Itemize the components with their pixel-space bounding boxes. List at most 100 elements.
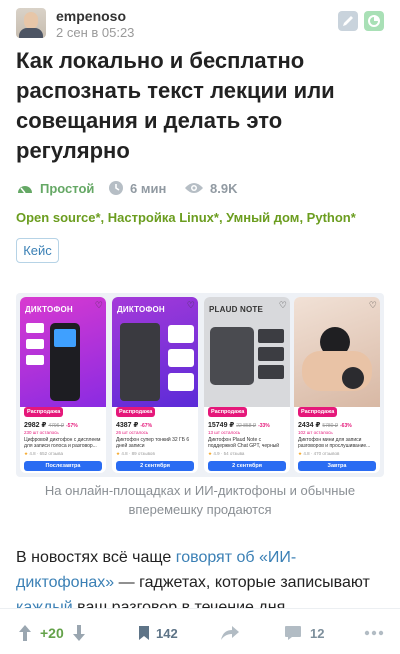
star-icon: ★: [298, 451, 303, 456]
speedometer-icon: [18, 186, 32, 194]
discount: -67%: [140, 423, 153, 429]
feature-tag: [26, 339, 44, 349]
article-meta: Простой 6 мин 8.9K: [16, 178, 384, 198]
price-value: 2434 ₽: [298, 422, 321, 429]
views-label: 8.9K: [210, 180, 238, 196]
product-card: PLAUD NOTE ♡ Распродажа 15749 ₽ 22 858 ₽…: [204, 297, 290, 473]
old-price: 5780 ₽: [322, 423, 339, 429]
author-name[interactable]: empenoso: [56, 8, 126, 24]
recorder-device: [120, 323, 160, 401]
feature-tag: [258, 365, 284, 379]
more-button[interactable]: [364, 623, 384, 643]
heart-icon[interactable]: ♡: [279, 300, 287, 311]
promo-badge: Распродажа: [208, 407, 248, 417]
feature-tag: [26, 323, 44, 333]
comments-button[interactable]: 12: [284, 623, 324, 643]
article-title: Как локально и бесплатно распознать текс…: [16, 48, 335, 163]
product-card: ДИКТОФОН ♡ Распродажа 4387 ₽ -67% 26 шт …: [112, 297, 198, 473]
article-image[interactable]: ДИКТОФОН ♡ Распродажа 2982 ₽ 4796 ₽ -57%…: [16, 293, 384, 477]
stock-left: 26 шт осталось: [116, 430, 149, 435]
delivery-button[interactable]: Завтра: [298, 461, 376, 471]
bookmark-icon: [139, 626, 149, 640]
voting: +20: [18, 623, 86, 643]
product-card: ДИКТОФОН ♡ Распродажа 2982 ₽ 4796 ₽ -57%…: [20, 297, 106, 473]
complexity-label: Простой: [40, 180, 95, 196]
product-name: Диктофон Plaud Note с поддержкой Chat GP…: [208, 437, 280, 449]
stock-left: 230 шт осталось: [24, 430, 59, 435]
hub-link[interactable]: Умный дом: [226, 210, 299, 225]
price-value: 2982 ₽: [24, 422, 47, 429]
bookmark-button[interactable]: 142: [138, 623, 178, 643]
feature-tag: [168, 325, 194, 343]
product-photo: ДИКТОФОН ♡: [20, 297, 106, 407]
star-icon: ★: [24, 451, 29, 456]
hub-link[interactable]: Настройка Linux*: [108, 210, 219, 225]
heart-icon[interactable]: ♡: [187, 300, 195, 311]
post-header: empenoso 2 сен в 05:23: [16, 8, 384, 42]
discount: -33%: [258, 423, 270, 429]
recorder-device: [210, 327, 254, 385]
product-photo: ДИКТОФОН ♡: [112, 297, 198, 407]
delivery-button[interactable]: 2 сентября: [116, 461, 194, 471]
feature-tag: [258, 347, 284, 361]
stock-left: 102 шт осталось: [298, 430, 333, 435]
promo-badge: Распродажа: [24, 407, 64, 417]
bookmark-count: 142: [156, 625, 178, 641]
avatar[interactable]: [16, 8, 46, 38]
eye-icon: [185, 183, 203, 193]
discount: -63%: [340, 423, 352, 429]
price-value: 4387 ₽: [116, 422, 139, 429]
views-count: 8.9K: [184, 178, 237, 198]
hub-list: Open source*, Настройка Linux*, Умный до…: [16, 210, 356, 225]
share-arrow-icon: [221, 626, 239, 640]
product-rating: ★ 4.8 · 89 отзывов: [116, 451, 155, 456]
arrow-up-icon[interactable]: [18, 624, 32, 642]
product-photo-label: ДИКТОФОН: [25, 305, 73, 314]
product-rating: ★ 4.8 · 470 отзывов: [298, 451, 340, 456]
review-count: 652 отзыва: [39, 451, 63, 456]
comment-icon: [285, 626, 301, 640]
rating-value: 4.8: [303, 451, 310, 456]
review-count: 89 отзывов: [131, 451, 155, 456]
product-photo: ♡: [294, 297, 380, 407]
old-price: 4796 ₽: [48, 423, 65, 429]
comment-count: 12: [310, 625, 325, 641]
promo-badge: Распродажа: [298, 407, 338, 417]
avatar-head: [24, 12, 38, 29]
post-type-badge[interactable]: Кейс: [16, 238, 59, 263]
product-rating: ★ 4.9 · 54 отзыва: [208, 451, 245, 456]
product-price: 2434 ₽ 5780 ₽ -63%: [298, 421, 352, 429]
arrow-down-icon[interactable]: [72, 624, 86, 642]
product-price: 2982 ₽ 4796 ₽ -57%: [24, 421, 78, 429]
heart-icon[interactable]: ♡: [95, 300, 103, 311]
delivery-button[interactable]: Послезавтра: [24, 461, 102, 471]
paragraph-text: — гаджетах, которые записывают: [114, 574, 370, 591]
feature-tag: [26, 355, 44, 365]
recorder-device: [342, 367, 364, 389]
star-icon: ★: [208, 451, 213, 456]
stock-left: 13 шт осталось: [208, 430, 241, 435]
feature-tag: [258, 329, 284, 343]
recorder-screen: [54, 329, 76, 347]
avatar-body: [19, 28, 43, 38]
rating-value: 4.8: [121, 451, 128, 456]
review-count: 54 отзыва: [223, 451, 245, 456]
feature-tag: [168, 373, 194, 391]
product-price: 15749 ₽ 22 858 ₽ -33%: [208, 421, 270, 429]
post-date: 2 сен в 05:23: [56, 25, 135, 40]
rating-value: 4.8: [29, 451, 36, 456]
stats-button[interactable]: [364, 11, 384, 31]
edit-button[interactable]: [338, 11, 358, 31]
hub-link[interactable]: Python*: [307, 210, 356, 225]
more-dots-icon: [364, 630, 384, 636]
pencil-icon: [343, 16, 353, 26]
rating-value: 4.9: [213, 451, 220, 456]
product-price: 4387 ₽ -67%: [116, 421, 152, 429]
heart-icon[interactable]: ♡: [369, 300, 377, 311]
share-button[interactable]: [220, 623, 240, 643]
delivery-button[interactable]: 2 сентября: [208, 461, 286, 471]
old-price: 22 858 ₽: [236, 423, 257, 429]
hub-link[interactable]: Open source*: [16, 210, 101, 225]
product-photo: PLAUD NOTE ♡: [204, 297, 290, 407]
product-card: ♡ Распродажа 2434 ₽ 5780 ₽ -63% 102 шт о…: [294, 297, 380, 473]
